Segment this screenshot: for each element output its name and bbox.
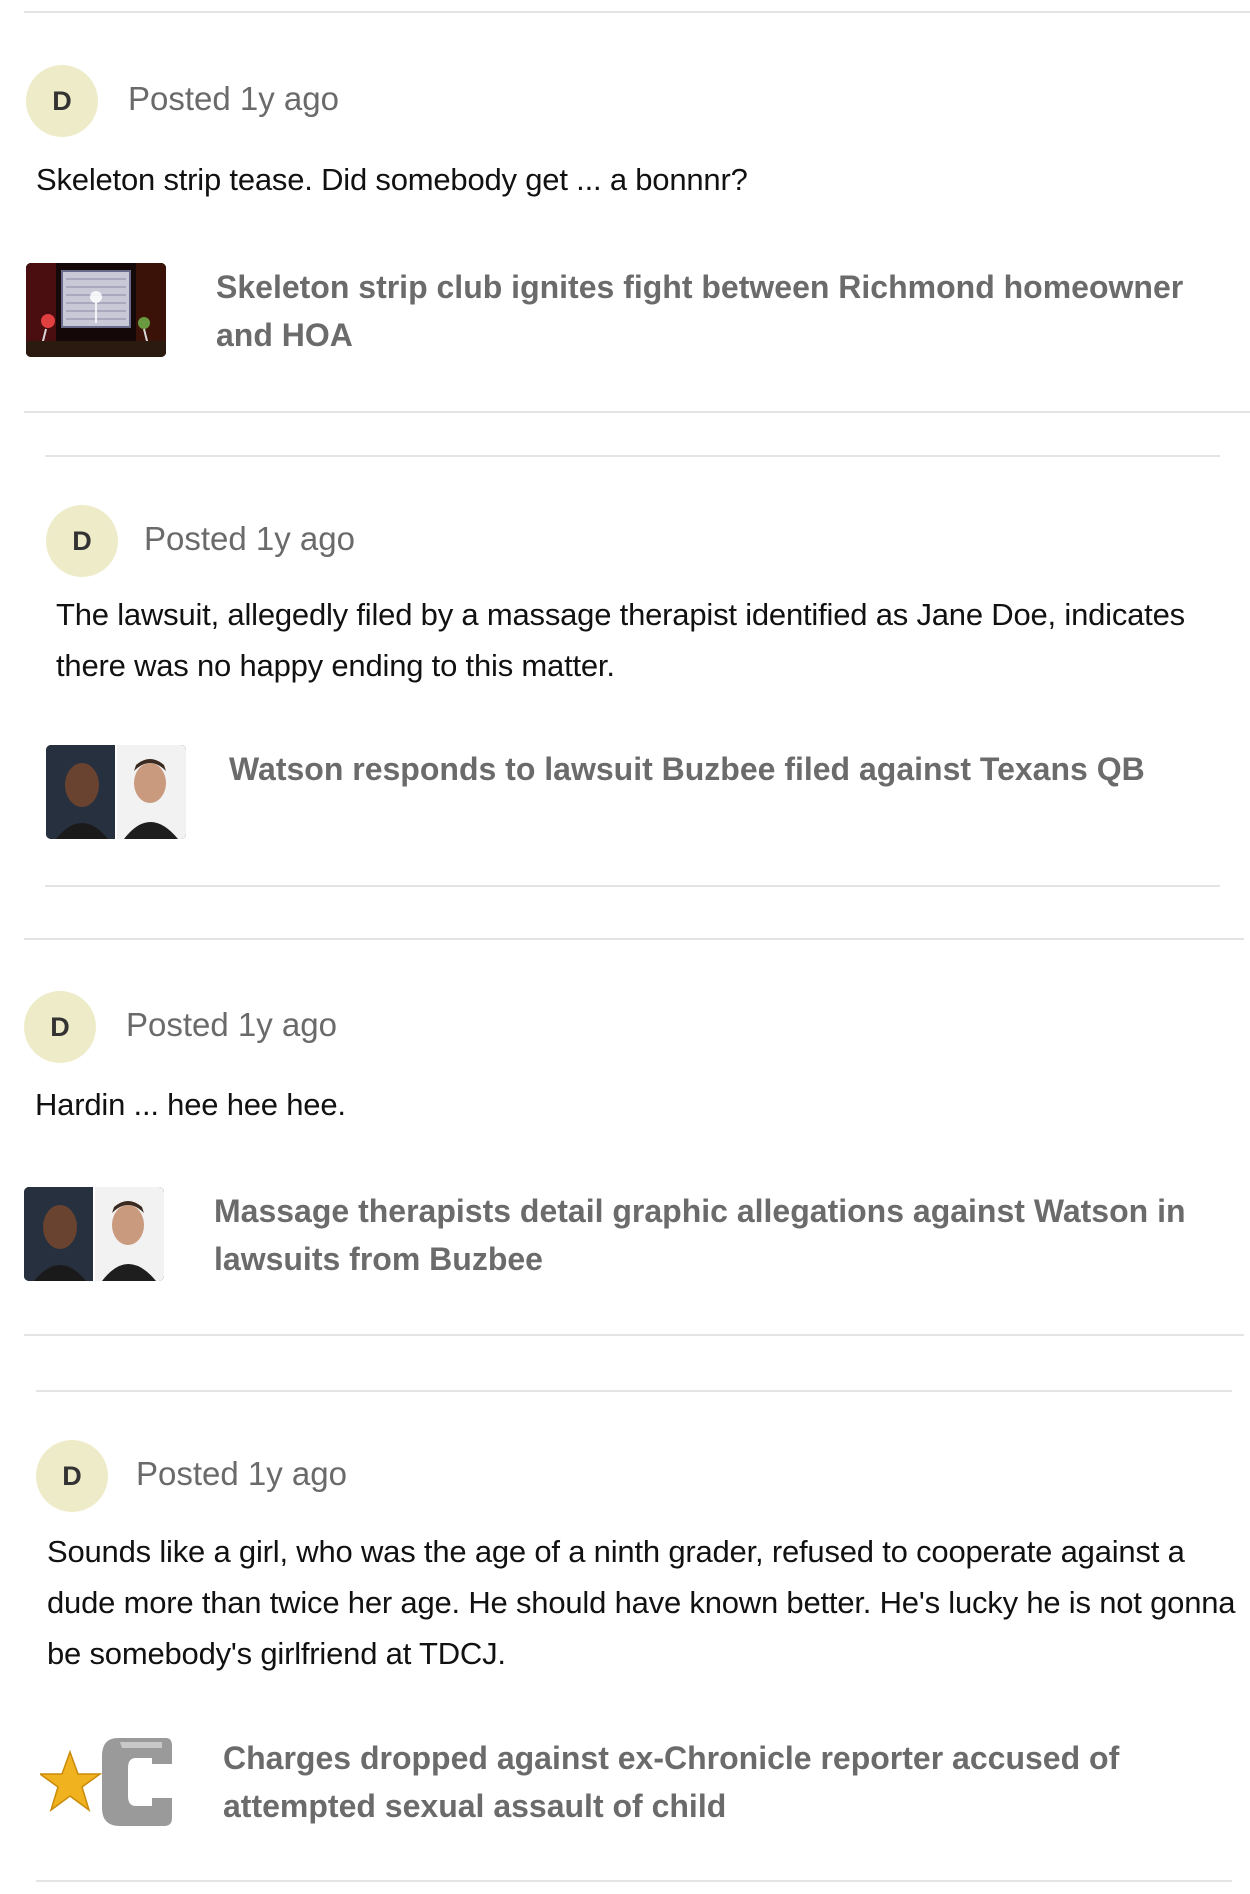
- comment-text: Skeleton strip tease. Did somebody get .…: [36, 162, 748, 197]
- article-link[interactable]: Massage therapists detail graphic allega…: [214, 1187, 1214, 1283]
- watson-buzbee-photo-icon: [24, 1187, 164, 1281]
- posted-time: Posted 1y ago: [136, 1455, 347, 1492]
- divider: [36, 1390, 1232, 1392]
- posted-time: Posted 1y ago: [144, 520, 355, 557]
- posted-time: Posted 1y ago: [128, 80, 339, 117]
- divider: [36, 1880, 1232, 1882]
- divider: [24, 1334, 1244, 1336]
- comment-text: The lawsuit, allegedly filed by a massag…: [56, 597, 1185, 683]
- chronicle-star-logo-icon: [40, 1738, 172, 1826]
- article-thumbnail[interactable]: [46, 745, 186, 839]
- comment-text: Hardin ... hee hee hee.: [35, 1087, 346, 1122]
- article-link[interactable]: Watson responds to lawsuit Buzbee filed …: [229, 745, 1209, 793]
- posted-time: Posted 1y ago: [126, 1006, 337, 1043]
- avatar[interactable]: D: [46, 505, 118, 577]
- comment-text: Sounds like a girl, who was the age of a…: [47, 1534, 1236, 1671]
- divider: [45, 885, 1220, 887]
- article-thumbnail[interactable]: [40, 1734, 180, 1828]
- divider: [24, 938, 1244, 940]
- skeleton-strip-club-photo-icon: [26, 263, 166, 357]
- watson-buzbee-photo-icon: [46, 745, 186, 839]
- divider: [45, 455, 1220, 457]
- article-thumbnail[interactable]: [24, 1187, 164, 1281]
- article-link[interactable]: Skeleton strip club ignites fight betwee…: [216, 263, 1216, 359]
- avatar[interactable]: D: [36, 1440, 108, 1512]
- divider: [24, 11, 1250, 13]
- article-link[interactable]: Charges dropped against ex-Chronicle rep…: [223, 1734, 1213, 1830]
- avatar[interactable]: D: [26, 65, 98, 137]
- avatar[interactable]: D: [24, 991, 96, 1063]
- article-thumbnail[interactable]: [26, 263, 166, 357]
- divider: [24, 411, 1250, 413]
